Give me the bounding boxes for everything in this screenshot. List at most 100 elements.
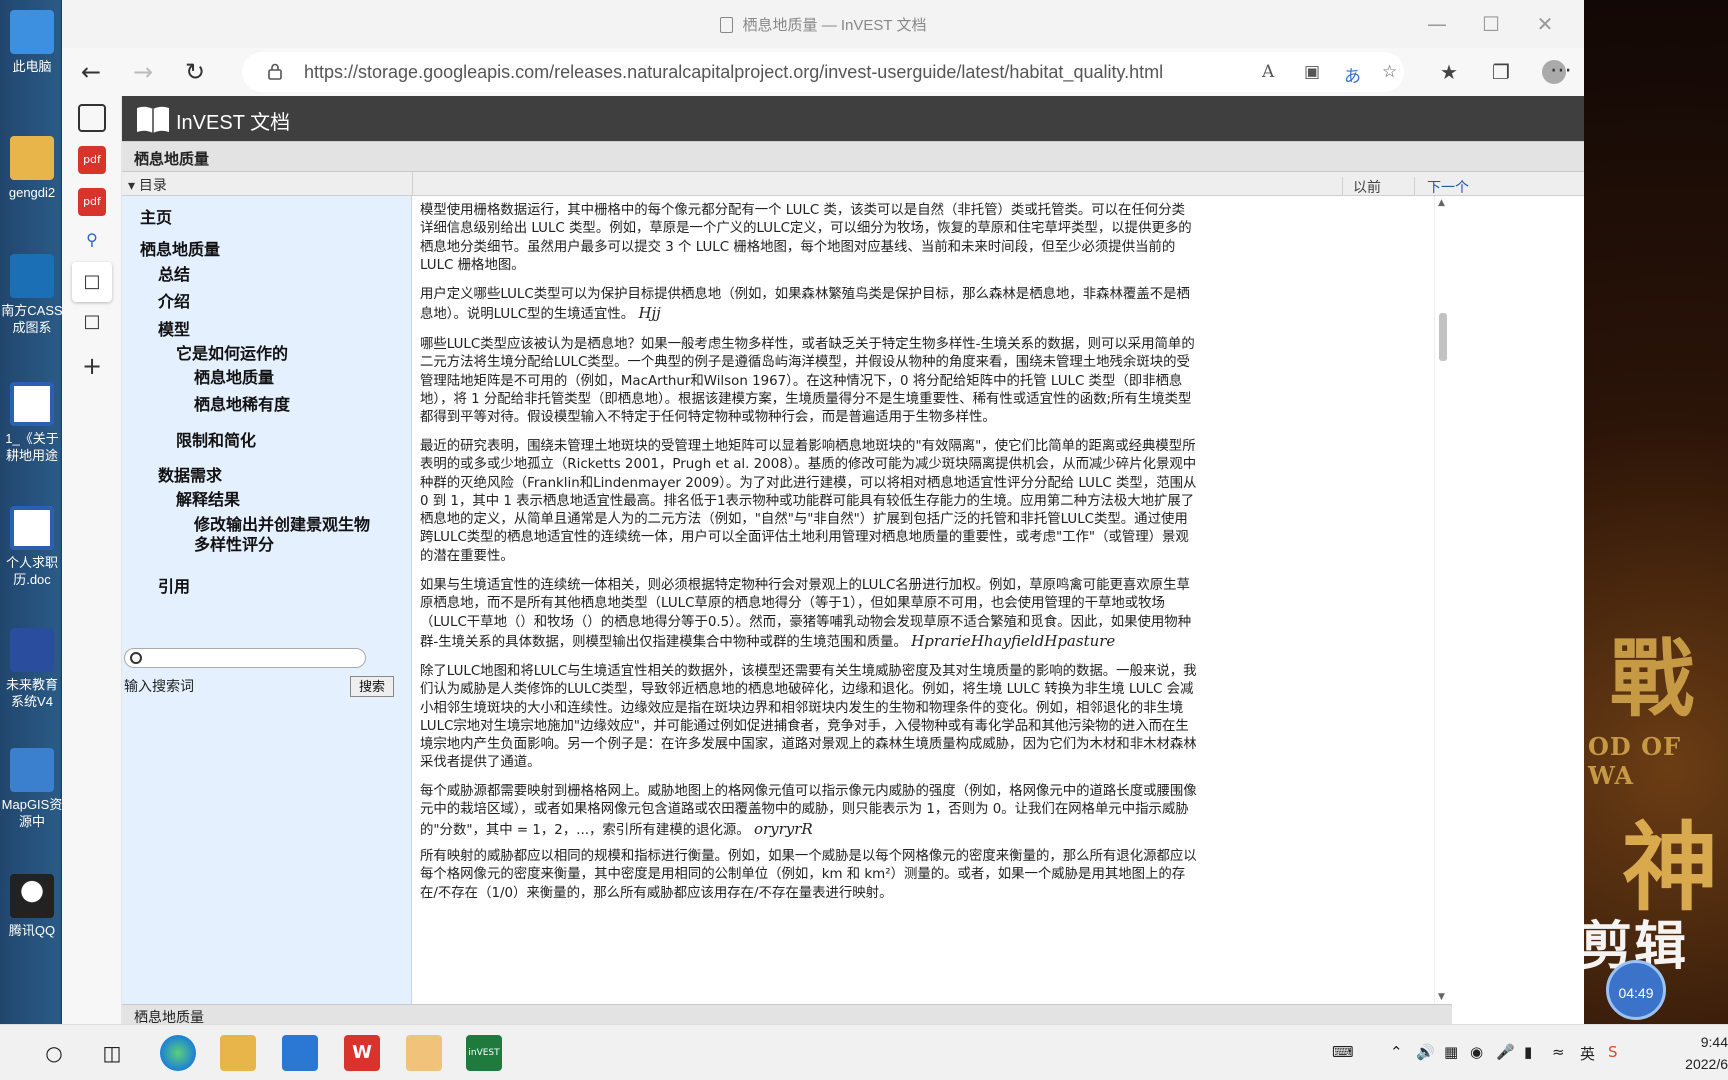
pdf-tab-icon[interactable]: pdf bbox=[78, 188, 106, 216]
toc-item-habitat-quality-sub[interactable]: 栖息地质量 bbox=[194, 369, 274, 389]
toc-item-summary[interactable]: 总结 bbox=[158, 266, 190, 286]
lock-icon bbox=[268, 63, 282, 80]
volume-icon[interactable]: 🔊 bbox=[1416, 1043, 1435, 1061]
minimize-button[interactable]: — bbox=[1422, 10, 1452, 38]
new-tab-plus-icon[interactable]: + bbox=[78, 352, 106, 380]
scroll-thumb[interactable] bbox=[1439, 313, 1447, 361]
paragraph-threat-maps: 每个威胁源都需要映射到栅格格网上。威胁地图上的格网像元值可以指示像元内威胁的强度… bbox=[420, 784, 1197, 838]
wps-office-icon[interactable]: W bbox=[344, 1035, 380, 1071]
toc-item-intro[interactable]: 介绍 bbox=[158, 293, 190, 313]
toc-item-home[interactable]: 主页 bbox=[140, 209, 172, 229]
paragraph-threats: 除了LULC地图和将LULC与生境适宜性相关的数据外，该模型还需要有关生境威胁密… bbox=[420, 664, 1197, 771]
toc-item-habitat-quality[interactable]: 栖息地质量 bbox=[140, 241, 220, 261]
page-scrollbar[interactable]: ▲ ▼ bbox=[1434, 196, 1450, 1004]
page-title: 栖息地质量 bbox=[122, 142, 1584, 172]
toc-sidebar: 主页 栖息地质量 总结 介绍 模型 它是如何运作的 栖息地质量 栖息地稀有度 限… bbox=[122, 196, 412, 1004]
brand-title[interactable]: InVEST 文档 bbox=[176, 106, 290, 135]
read-aloud-icon[interactable]: A bbox=[1262, 62, 1274, 82]
wallpaper-glyph-2: OD OF WA bbox=[1588, 732, 1682, 790]
desktop-icon-edu[interactable]: 未来教育系统V4 bbox=[0, 628, 64, 710]
desktop-icon-doc1[interactable]: 1_《关于耕地用途 bbox=[0, 382, 64, 464]
app-icon bbox=[10, 628, 54, 672]
battery-icon[interactable]: ▮ bbox=[1524, 1043, 1532, 1061]
more-options-icon[interactable]: ⋯ bbox=[1550, 58, 1572, 83]
desktop-icon-label: gengdi2 bbox=[8, 185, 56, 200]
translate-icon[interactable]: あ bbox=[1344, 62, 1361, 87]
back-arrow-icon[interactable]: ← bbox=[74, 56, 108, 88]
document-icon bbox=[719, 17, 733, 33]
page-viewport: InVEST 文档 栖息地质量 ▾ 目录 以前 下一个 主页 栖息地质量 总结 … bbox=[122, 96, 1584, 1024]
math-habitat-scores: HprarieHhayfieldHpasture bbox=[911, 631, 1116, 650]
tray-app-icon[interactable]: ▦ bbox=[1444, 1043, 1458, 1061]
running-app-icon[interactable] bbox=[406, 1035, 442, 1071]
wallpaper-art: 戰 OD OF WA 神 bbox=[1582, 0, 1728, 1024]
pdf-tab-icon[interactable]: pdf bbox=[78, 146, 106, 174]
app-icon bbox=[10, 748, 54, 792]
search-input[interactable] bbox=[124, 648, 366, 668]
collections-icon[interactable]: ❐ bbox=[1492, 60, 1510, 84]
close-button[interactable]: ✕ bbox=[1530, 10, 1560, 38]
wifi-icon[interactable]: ≈ bbox=[1552, 1043, 1565, 1061]
edge-browser-icon[interactable] bbox=[160, 1035, 196, 1071]
mail-icon[interactable] bbox=[282, 1035, 318, 1071]
search-circle-icon[interactable]: ○ bbox=[36, 1035, 72, 1071]
qq-penguin-icon bbox=[10, 874, 54, 918]
favorites-icon[interactable]: ★ bbox=[1440, 60, 1458, 84]
recording-timer-badge[interactable]: 04:49 bbox=[1606, 960, 1666, 1020]
address-bar[interactable]: https://storage.googleapis.com/releases.… bbox=[242, 52, 1404, 92]
toc-item-habitat-rarity[interactable]: 栖息地稀有度 bbox=[194, 396, 290, 416]
toc-item-limitations[interactable]: 限制和简化 bbox=[176, 432, 256, 452]
active-document-tab-icon[interactable]: □ bbox=[72, 262, 112, 302]
next-link[interactable]: 下一个 bbox=[1414, 177, 1469, 196]
desktop-icon-cass[interactable]: 南方CASS成图系 bbox=[0, 254, 64, 336]
desktop-icon-folder[interactable]: gengdi2 bbox=[0, 136, 64, 201]
scroll-up-icon[interactable]: ▲ bbox=[1438, 198, 1445, 208]
show-hidden-icons-chevron[interactable]: ⌃ bbox=[1390, 1043, 1403, 1061]
task-view-icon[interactable]: ◫ bbox=[94, 1035, 130, 1071]
site-header: InVEST 文档 bbox=[122, 96, 1584, 142]
url-text[interactable]: https://storage.googleapis.com/releases.… bbox=[304, 62, 1163, 83]
search-button[interactable]: 搜索 bbox=[350, 676, 394, 697]
toc-toggle[interactable]: ▾ 目录 bbox=[128, 175, 167, 195]
add-favorite-icon[interactable]: ☆ bbox=[1382, 62, 1397, 82]
word-doc-icon bbox=[10, 382, 54, 426]
invest-app-icon[interactable]: inVEST bbox=[466, 1035, 502, 1071]
maximize-button[interactable]: ☐ bbox=[1476, 10, 1506, 38]
desktop-icon-label: 未来教育系统V4 bbox=[5, 677, 58, 709]
reader-view-icon[interactable]: ▣ bbox=[1304, 62, 1320, 82]
document-tab-icon[interactable]: □ bbox=[78, 308, 106, 336]
title-bar: 栖息地质量 — InVEST 文档 — ☐ ✕ bbox=[62, 0, 1584, 48]
network-icon[interactable]: ◉ bbox=[1470, 1043, 1483, 1061]
tab-actions-icon[interactable] bbox=[78, 104, 106, 132]
main-content: 模型使用栅格数据运行，其中栅格中的每个像元都分配有一个 LULC 类，该类可以是… bbox=[420, 196, 1198, 1004]
toc-item-how-it-works[interactable]: 它是如何运作的 bbox=[176, 345, 288, 365]
clock[interactable]: 9:44 2022/6 bbox=[1672, 1031, 1728, 1075]
computer-icon bbox=[10, 10, 54, 54]
input-language[interactable]: 英 bbox=[1580, 1043, 1595, 1064]
app-icon bbox=[10, 254, 54, 298]
paragraph-effective-isolation: 最近的研究表明，围绕未管理土地斑块的受管理土地矩阵可以显着影响栖息地斑块的"有效… bbox=[420, 439, 1197, 564]
refresh-icon[interactable]: ↻ bbox=[178, 56, 212, 88]
search-tab-icon[interactable]: ⚲ bbox=[78, 226, 106, 254]
clock-date: 2022/6 bbox=[1685, 1056, 1728, 1072]
desktop-icon-mapgis[interactable]: MapGIS资源中 bbox=[0, 748, 64, 830]
desktop-icon-qq[interactable]: 腾讯QQ bbox=[0, 874, 64, 939]
forward-arrow-icon[interactable]: → bbox=[126, 56, 160, 88]
desktop-icon-this-pc[interactable]: 此电脑 bbox=[0, 10, 64, 75]
paragraph-weighting: 如果与生境适宜性的连续统一体相关，则必须根据特定物种行会对景观上的LULC名册进… bbox=[420, 578, 1192, 650]
toc-item-data-needs[interactable]: 数据需求 bbox=[158, 467, 222, 487]
desktop-icon-doc2[interactable]: 个人求职历.doc bbox=[0, 506, 64, 588]
search-icon bbox=[130, 652, 142, 664]
toc-item-references[interactable]: 引用 bbox=[158, 578, 190, 598]
keyboard-icon[interactable]: ⌨ bbox=[1332, 1043, 1354, 1061]
scroll-down-icon[interactable]: ▼ bbox=[1438, 992, 1445, 1002]
microphone-icon[interactable]: 🎤 bbox=[1496, 1043, 1515, 1061]
toc-item-model[interactable]: 模型 bbox=[158, 321, 190, 341]
clock-time: 9:44 bbox=[1700, 1034, 1728, 1050]
toc-item-modify-outputs[interactable]: 修改输出并创建景观生物多样性评分 bbox=[194, 516, 374, 556]
sogou-ime-icon[interactable]: S bbox=[1608, 1043, 1618, 1061]
file-explorer-icon[interactable] bbox=[220, 1035, 256, 1071]
previous-link[interactable]: 以前 bbox=[1342, 177, 1381, 196]
math-threat-index: oryryrR bbox=[753, 819, 813, 838]
toc-item-interpreting-results[interactable]: 解释结果 bbox=[176, 491, 240, 511]
